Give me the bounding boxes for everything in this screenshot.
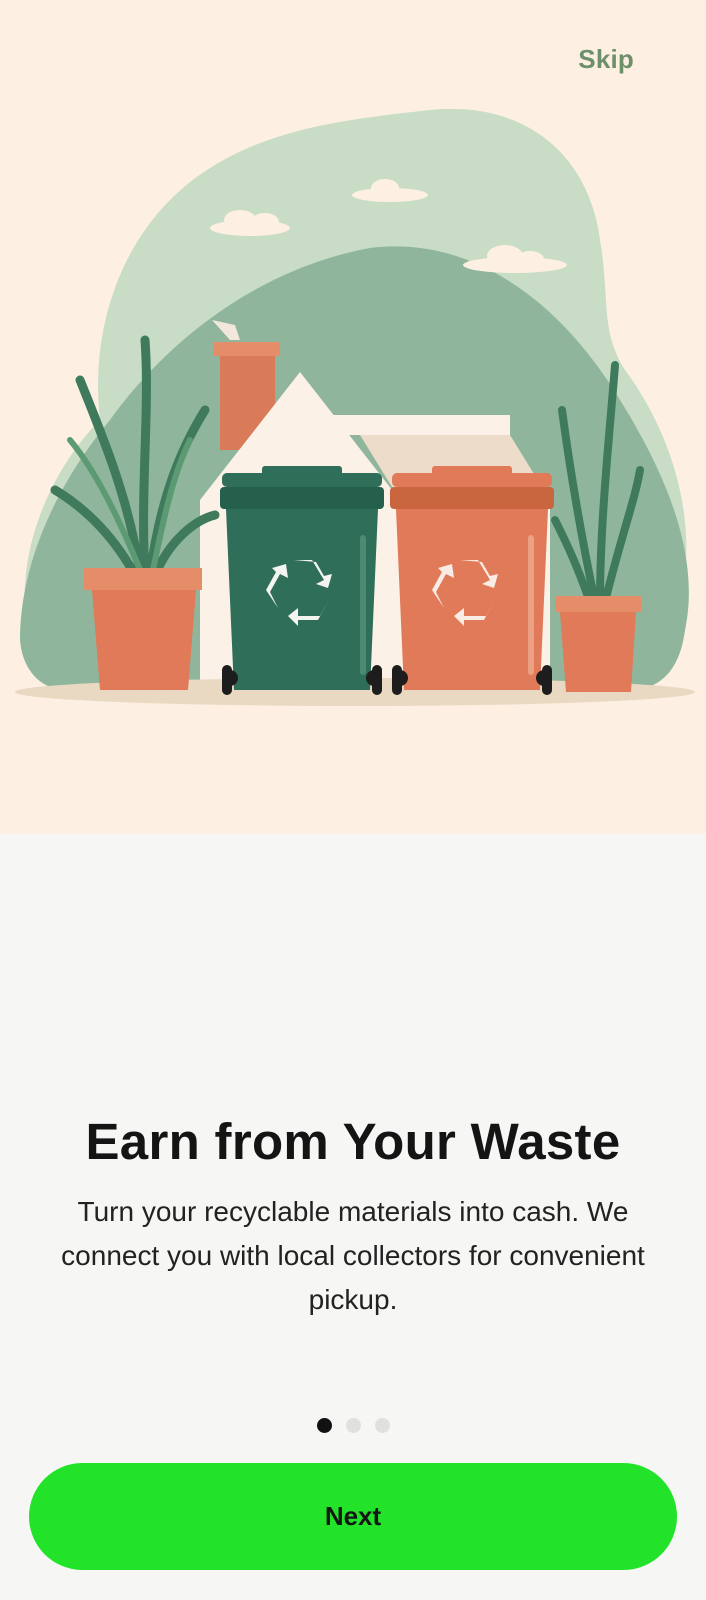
- next-button[interactable]: Next: [29, 1463, 677, 1570]
- onboarding-title: Earn from Your Waste: [85, 1113, 621, 1170]
- recycling-bins-illustration: [15, 108, 695, 706]
- skip-button[interactable]: Skip: [578, 44, 634, 75]
- page-dot-2[interactable]: [345, 1418, 361, 1433]
- page-dot-3[interactable]: [374, 1418, 390, 1433]
- page-dot-1[interactable]: [316, 1418, 332, 1433]
- hero-illustration-area: Skip: [0, 0, 706, 834]
- orange-recycling-bin-icon: [390, 466, 554, 695]
- page-indicator: [0, 1418, 706, 1433]
- green-recycling-bin-icon: [220, 466, 384, 695]
- onboarding-description: Turn your recyclable materials into cash…: [61, 1196, 645, 1315]
